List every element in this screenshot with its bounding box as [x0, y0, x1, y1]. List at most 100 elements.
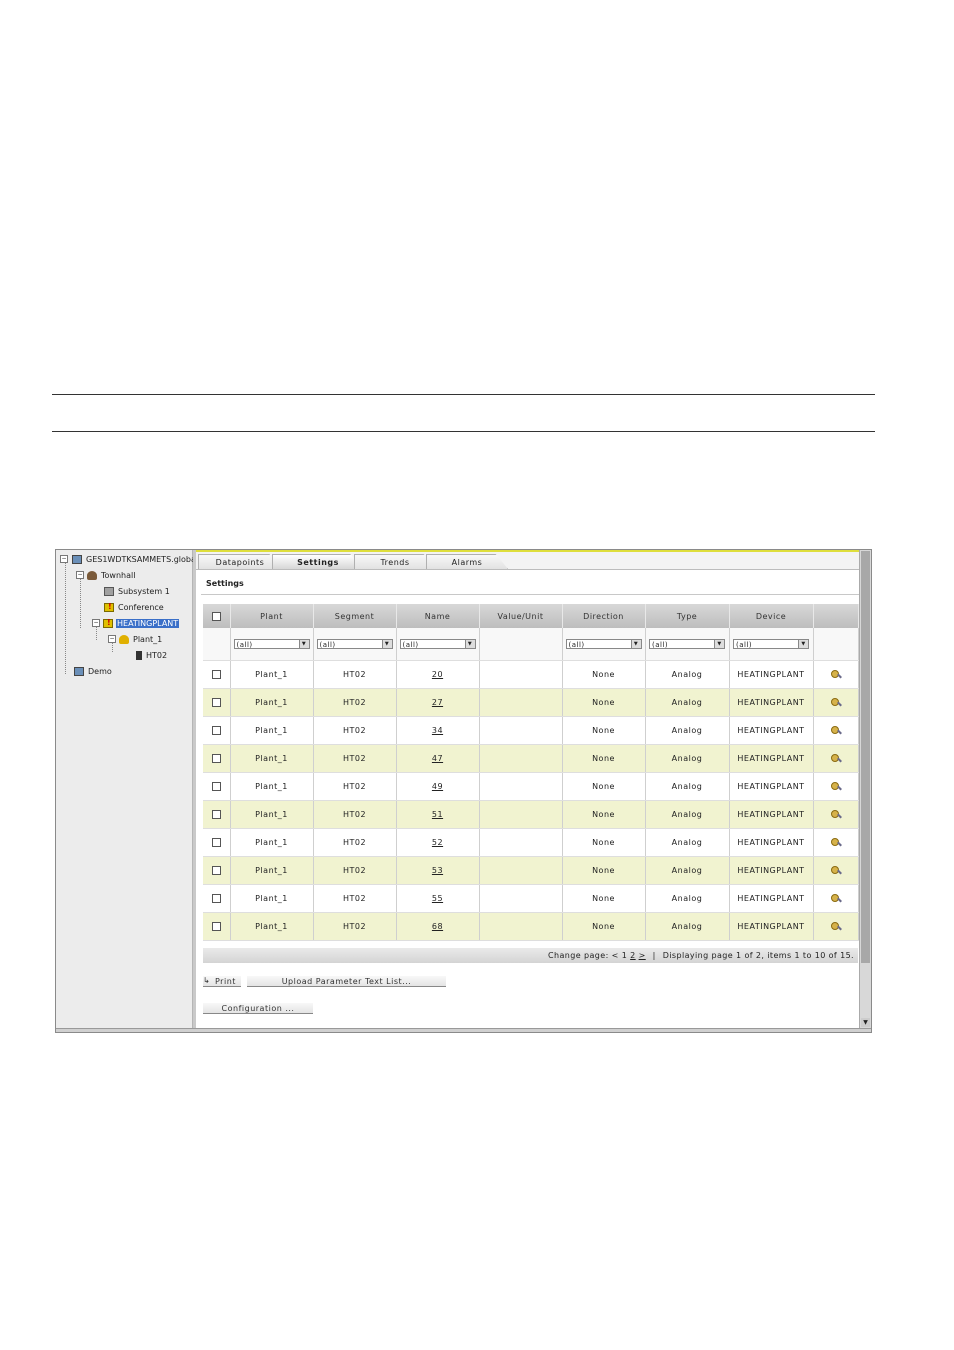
- plant-filter[interactable]: (all) ▼: [233, 639, 310, 649]
- page-1-link[interactable]: 1: [622, 951, 628, 960]
- top-rule: [52, 394, 875, 395]
- filter-value: (all): [402, 641, 419, 649]
- column-header[interactable]: Value/Unit: [479, 604, 563, 628]
- tab-alarms[interactable]: Alarms: [426, 554, 508, 569]
- table-row[interactable]: Plant_1 HT02 27 None Analog HEATINGPLANT: [203, 688, 859, 717]
- table-row[interactable]: Plant_1 HT02 53 None Analog HEATINGPLANT: [203, 856, 859, 885]
- direction-filter[interactable]: (all) ▼: [565, 639, 642, 649]
- tree-label-townhall: Townhall: [101, 570, 136, 580]
- collapse-icon[interactable]: −: [92, 619, 100, 627]
- table-row[interactable]: Plant_1 HT02 52 None Analog HEATINGPLANT: [203, 828, 859, 857]
- cell-segment: HT02: [313, 660, 397, 689]
- table-row[interactable]: Plant_1 HT02 47 None Analog HEATINGPLANT: [203, 744, 859, 773]
- cell-name[interactable]: 47: [396, 744, 480, 773]
- column-header[interactable]: Type: [645, 604, 730, 628]
- edit-settings-icon[interactable]: [830, 725, 842, 736]
- tree-node-townhall[interactable]: − Townhall: [76, 569, 136, 581]
- table-row[interactable]: Plant_1 HT02 34 None Analog HEATINGPLANT: [203, 716, 859, 745]
- tree-label-conference: Conference: [118, 602, 164, 612]
- row-checkbox[interactable]: [211, 670, 221, 679]
- row-checkbox[interactable]: [211, 838, 221, 847]
- tree-node-ht02[interactable]: HT02: [136, 649, 168, 661]
- edit-settings-icon[interactable]: [830, 669, 842, 680]
- cell-plant: Plant_1: [230, 744, 314, 773]
- tree-node-demo[interactable]: Demo: [74, 665, 113, 677]
- row-checkbox[interactable]: [211, 782, 221, 791]
- cell-name[interactable]: 20: [396, 660, 480, 689]
- tab-settings[interactable]: Settings: [272, 554, 364, 569]
- row-checkbox[interactable]: [211, 698, 221, 707]
- row-select-cell: [203, 744, 231, 773]
- column-header[interactable]: Name: [396, 604, 480, 628]
- upload-parameter-button[interactable]: Upload Parameter Text List...: [247, 976, 446, 987]
- tree-node-subsystem[interactable]: Subsystem 1: [104, 585, 171, 597]
- table-row[interactable]: Plant_1 HT02 68 None Analog HEATINGPLANT: [203, 912, 859, 941]
- row-checkbox[interactable]: [211, 726, 221, 735]
- edit-settings-icon[interactable]: [830, 893, 842, 904]
- cell-name[interactable]: 55: [396, 884, 480, 913]
- edit-settings-icon[interactable]: [830, 697, 842, 708]
- column-header[interactable]: Segment: [313, 604, 397, 628]
- prev-page-link[interactable]: <: [612, 951, 619, 960]
- edit-settings-icon[interactable]: [830, 781, 842, 792]
- page-2-link[interactable]: 2: [630, 951, 636, 960]
- tab-trends[interactable]: Trends: [354, 554, 436, 569]
- row-checkbox[interactable]: [211, 894, 221, 903]
- column-header[interactable]: Direction: [562, 604, 646, 628]
- segment-filter[interactable]: (all) ▼: [316, 639, 393, 649]
- row-checkbox[interactable]: [211, 810, 221, 819]
- device-filter[interactable]: (all) ▼: [733, 639, 809, 649]
- cell-name[interactable]: 34: [396, 716, 480, 745]
- column-header[interactable]: Plant: [230, 604, 314, 628]
- tree-node-heatingplant[interactable]: − HEATINGPLANT: [92, 617, 180, 629]
- edit-settings-icon[interactable]: [830, 753, 842, 764]
- tree-node-root[interactable]: − GES1WDTKSAMMETS.globa: [60, 553, 197, 565]
- name-filter[interactable]: (all) ▼: [399, 639, 476, 649]
- row-select-cell: [203, 716, 231, 745]
- row-select-cell: [203, 772, 231, 801]
- edit-settings-icon[interactable]: [830, 865, 842, 876]
- cell-value: [479, 912, 563, 941]
- table-row[interactable]: Plant_1 HT02 49 None Analog HEATINGPLANT: [203, 772, 859, 801]
- cell-plant: Plant_1: [230, 912, 314, 941]
- type-filter[interactable]: (all) ▼: [649, 639, 725, 649]
- dropdown-arrow-icon: ▼: [381, 640, 392, 648]
- cell-direction: None: [562, 828, 646, 857]
- select-all-checkbox[interactable]: [211, 611, 221, 621]
- tab-datapoints[interactable]: Datapoints: [198, 554, 282, 569]
- cell-name[interactable]: 27: [396, 688, 480, 717]
- cell-name[interactable]: 49: [396, 772, 480, 801]
- table-row[interactable]: Plant_1 HT02 20 None Analog HEATINGPLANT: [203, 660, 859, 689]
- collapse-icon[interactable]: −: [76, 571, 84, 579]
- scroll-thumb[interactable]: [861, 551, 870, 963]
- vertical-scrollbar[interactable]: ▼: [859, 550, 871, 1028]
- row-checkbox[interactable]: [211, 922, 221, 931]
- tree-node-conference[interactable]: Conference: [104, 601, 165, 613]
- collapse-icon[interactable]: −: [108, 635, 116, 643]
- cell-name[interactable]: 53: [396, 856, 480, 885]
- table-row[interactable]: Plant_1 HT02 55 None Analog HEATINGPLANT: [203, 884, 859, 913]
- row-checkbox[interactable]: [211, 754, 221, 763]
- edit-settings-icon[interactable]: [830, 921, 842, 932]
- edit-settings-icon[interactable]: [830, 809, 842, 820]
- cell-name[interactable]: 52: [396, 828, 480, 857]
- tab-bar: Datapoints Settings Trends Alarms: [196, 552, 859, 570]
- cell-device: HEATINGPLANT: [729, 856, 814, 885]
- filter-value: (all): [736, 641, 753, 649]
- row-action-cell: [813, 660, 859, 689]
- column-header[interactable]: Device: [729, 604, 814, 628]
- cell-name[interactable]: 68: [396, 912, 480, 941]
- next-page-link[interactable]: >: [639, 951, 646, 960]
- pager-separator: |: [652, 951, 656, 960]
- row-action-cell: [813, 800, 859, 829]
- cell-name[interactable]: 51: [396, 800, 480, 829]
- table-row[interactable]: Plant_1 HT02 51 None Analog HEATINGPLANT: [203, 800, 859, 829]
- cell-value: [479, 800, 563, 829]
- configuration-button[interactable]: Configuration ...: [203, 1003, 313, 1014]
- collapse-icon[interactable]: −: [60, 555, 68, 563]
- scroll-down-icon[interactable]: ▼: [861, 1018, 870, 1027]
- print-button[interactable]: ↳ Print: [203, 976, 241, 987]
- tree-node-plant[interactable]: − Plant_1: [108, 633, 163, 645]
- edit-settings-icon[interactable]: [830, 837, 842, 848]
- row-checkbox[interactable]: [211, 866, 221, 875]
